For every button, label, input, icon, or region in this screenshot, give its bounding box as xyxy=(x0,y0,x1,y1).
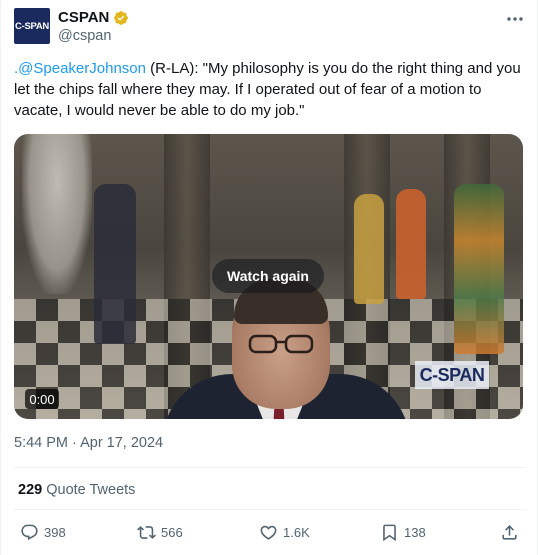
quote-label: Quote Tweets xyxy=(46,482,136,498)
share-icon xyxy=(502,525,517,540)
background-person xyxy=(94,184,136,344)
avatar-logo-text: C-SPAN xyxy=(15,20,49,32)
share-button[interactable] xyxy=(500,523,519,542)
heart-icon xyxy=(260,525,277,540)
divider xyxy=(14,509,526,510)
tweet-card: C-SPAN CSPAN @cspan .@SpeakerJohnson (R-… xyxy=(0,0,538,555)
divider xyxy=(14,467,526,468)
repost-button[interactable]: 566 xyxy=(137,523,183,542)
repost-count: 566 xyxy=(161,525,183,540)
background-statue xyxy=(22,134,92,294)
avatar[interactable]: C-SPAN xyxy=(14,8,50,44)
watch-again-button[interactable]: Watch again xyxy=(212,259,324,293)
author-handle[interactable]: @cspan xyxy=(58,28,111,44)
author-name-row: CSPAN xyxy=(58,9,129,26)
reply-button[interactable]: 398 xyxy=(20,523,66,542)
reply-icon xyxy=(21,524,38,541)
tweet-timestamp[interactable]: 5:44 PM · Apr 17, 2024 xyxy=(14,435,163,451)
action-bar: 398 566 1.6K 138 xyxy=(1,523,538,547)
background-person xyxy=(354,194,384,304)
repost-icon xyxy=(137,526,156,539)
reply-count: 398 xyxy=(44,525,66,540)
mention-link[interactable]: .@SpeakerJohnson xyxy=(14,60,146,77)
background-person xyxy=(396,189,426,299)
cspan-watermark: C-SPAN xyxy=(415,361,489,389)
video-time-badge: 0:00 xyxy=(25,389,59,409)
cspan-watermark-text: C-SPAN xyxy=(419,364,485,385)
display-name[interactable]: CSPAN xyxy=(58,9,109,26)
quote-tweets-link[interactable]: 229 Quote Tweets xyxy=(18,482,135,498)
tweet-text: .@SpeakerJohnson (R-LA): "My philosophy … xyxy=(14,58,529,121)
more-options-icon[interactable] xyxy=(502,10,528,28)
quote-count: 229 xyxy=(18,482,43,498)
bookmark-count: 138 xyxy=(404,525,426,540)
verified-badge-icon xyxy=(114,10,129,25)
like-button[interactable]: 1.6K xyxy=(259,523,310,542)
speaker-glasses xyxy=(248,334,314,354)
like-count: 1.6K xyxy=(283,525,310,540)
bookmark-icon xyxy=(383,524,396,542)
background-person xyxy=(454,184,504,354)
bookmark-button[interactable]: 138 xyxy=(380,523,426,542)
